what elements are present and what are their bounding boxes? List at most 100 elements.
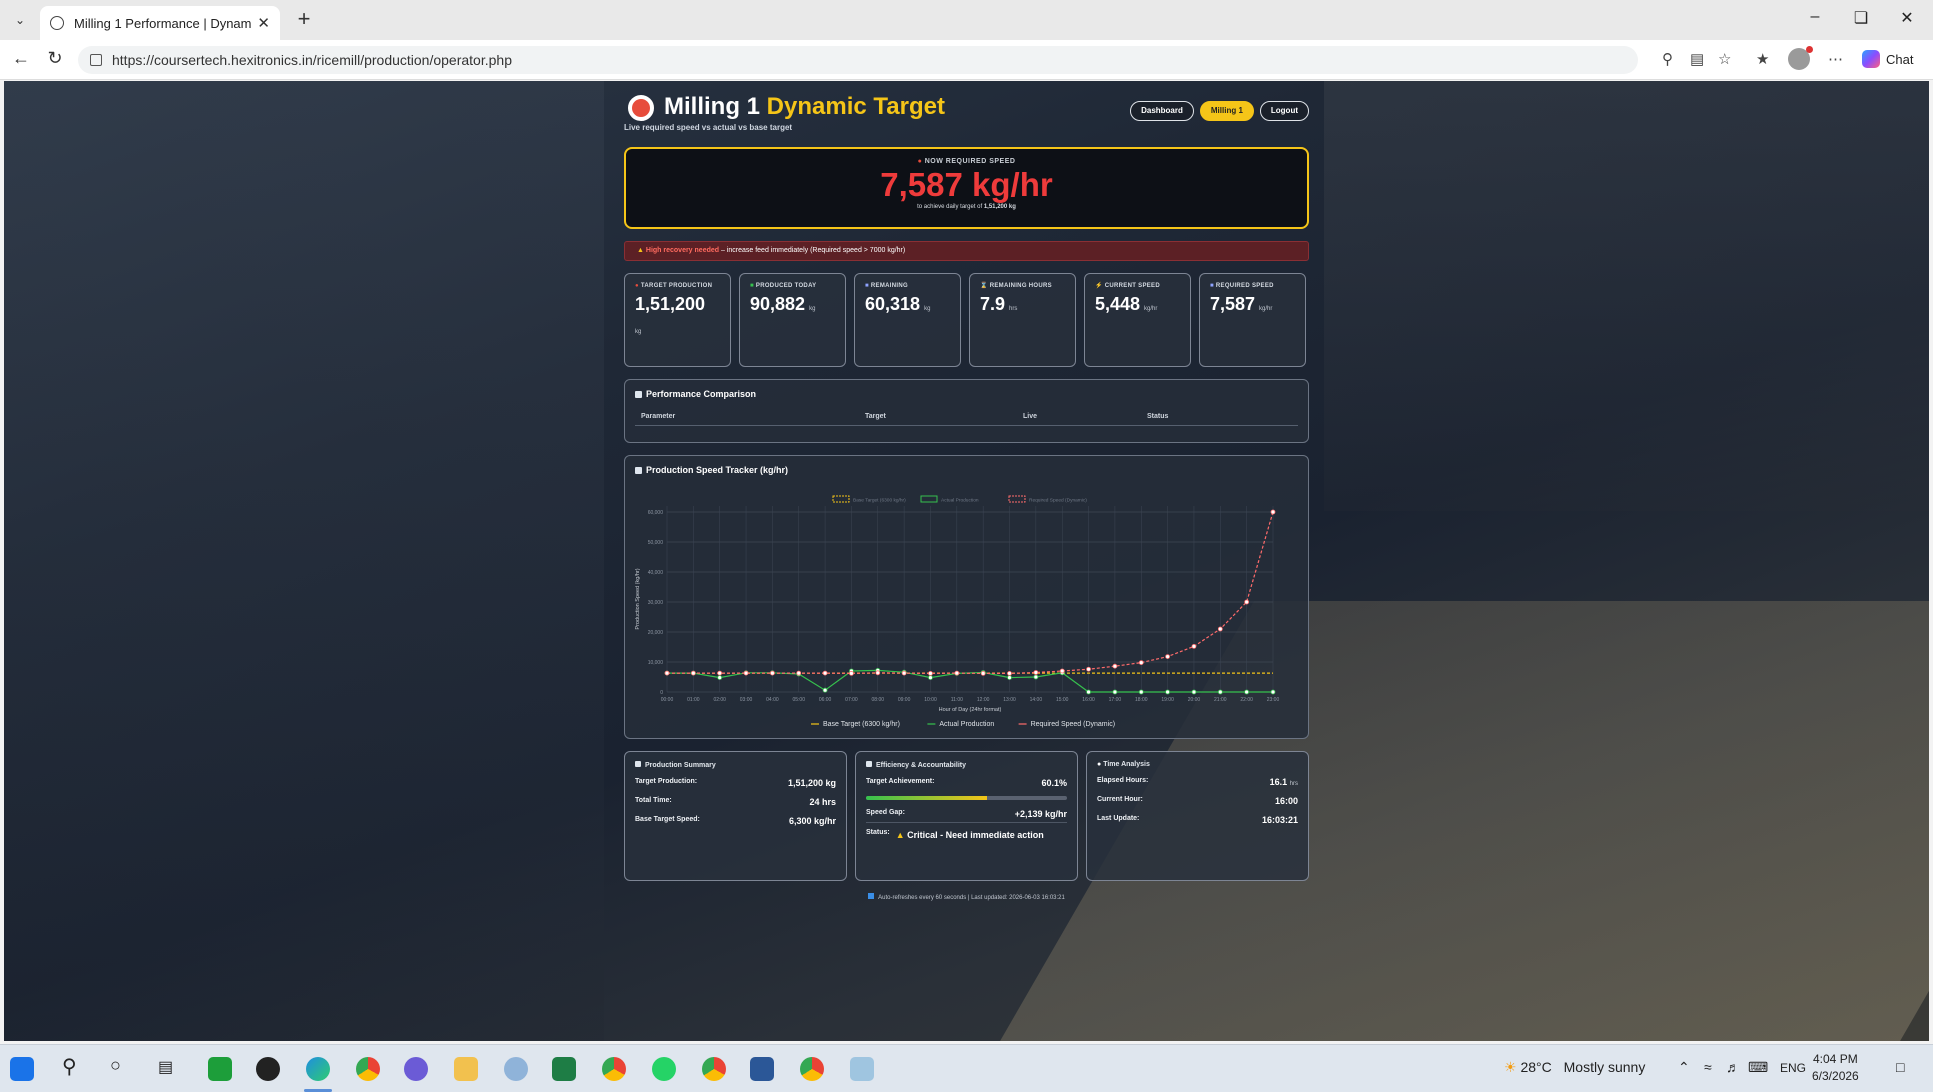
nav-logout-button[interactable]: Logout [1259,101,1309,121]
file-explorer-icon[interactable] [454,1057,478,1081]
data-point [1138,689,1144,695]
app-green-icon[interactable] [208,1057,232,1081]
app-purple-icon[interactable] [404,1057,428,1081]
hero-label-text: NOW REQUIRED SPEED [924,158,1016,165]
time-title-text: Time Analysis [1103,761,1150,768]
search-icon[interactable]: ⚲ [62,1054,77,1079]
speed-tracker-chart: 0 10,000 20,000 30,000 40,000 50,000 60,000 00:… [635,495,1280,728]
task-view-icon[interactable]: ▤ [158,1057,173,1077]
browser-tab[interactable]: Milling 1 Performance | Dynamic T ✕ [40,6,280,40]
x-tick-label: 02:00 [713,697,726,703]
data-point [1033,670,1039,675]
legend-label: Actual Production [941,498,979,504]
favorite-star-icon[interactable]: ☆ [1718,50,1731,68]
chrome-profile3-icon[interactable] [800,1057,824,1081]
stat-value-text: 90,882 [750,294,806,314]
zoom-icon[interactable]: ⚲ [1662,50,1673,68]
speed-tracker-panel: Production Speed Tracker (kg/hr) 0 10,000… [624,455,1309,739]
stat-label: ⚡ CURRENT SPEED [1095,283,1180,290]
page-header: Milling 1 Dynamic Target Live required s… [624,91,1309,141]
x-tick-label: 05:00 [792,697,805,703]
stat-unit: kg [924,306,931,312]
stat-label-text: REMAINING [870,283,908,289]
close-tab-icon[interactable]: ✕ [257,14,270,32]
app-dark-icon[interactable] [256,1057,280,1081]
url-text: https://coursertech.hexitronics.in/ricem… [112,52,512,68]
tray-chevron-icon[interactable]: ⌃ [1678,1059,1690,1076]
y-tick-label: 20,000 [648,630,664,636]
x-tick-label: 08:00 [872,697,885,703]
stat-target-production: ● TARGET PRODUCTION 1,51,200 kg [624,273,731,367]
summary-row: Total Time: 24 hrs [635,797,836,807]
legend-label-bottom: Actual Production [939,721,994,728]
data-point [717,670,723,676]
data-point [875,670,881,676]
restore-icon[interactable]: ❏ [1846,8,1876,28]
data-point [1007,675,1012,681]
browser-tab-bar: ⌄ Milling 1 Performance | Dynamic T ✕ + … [0,0,1933,40]
status-value-text: Critical - Need immediate action [907,830,1044,840]
achievement-label: Target Achievement: [866,778,935,785]
windows-start-icon[interactable] [10,1057,34,1081]
new-tab-button[interactable]: + [290,6,318,32]
chrome-profile-icon[interactable] [602,1057,626,1081]
x-tick-label: 23:00 [1267,697,1280,703]
copilot-chat-button[interactable]: Chat [1862,50,1913,68]
stat-label: ■ REQUIRED SPEED [1210,283,1295,290]
taskbar-clock[interactable]: 4:04 PM 6/3/2026 [1812,1051,1859,1085]
legend-swatch [1008,495,1026,503]
wifi-icon[interactable]: ≈ [1704,1059,1712,1075]
time-unit: hrs [1289,781,1298,787]
whatsapp-icon[interactable] [652,1057,676,1081]
volume-icon[interactable]: ♬ [1726,1059,1740,1075]
chrome-icon[interactable] [356,1057,380,1081]
production-summary-card: Production Summary Target Production: 1,5… [624,751,847,881]
profile-avatar[interactable] [1788,46,1813,70]
hero-label: ● NOW REQUIRED SPEED [626,149,1307,165]
performance-title: Performance Comparison [635,389,1298,399]
data-point [1165,654,1171,660]
minimize-icon[interactable]: – [1800,8,1830,26]
app-snip-icon[interactable] [504,1057,528,1081]
data-point [664,670,670,676]
windows-taskbar: ⚲ ○ ▤ ☀ 28°C Mostly sunny ⌃ ≈ ♬ ⌨ ENG 4:… [0,1044,1933,1092]
back-icon[interactable]: ← [8,48,34,69]
stat-value: 7.9 hrs [980,294,1065,315]
stat-label: ■ PRODUCED TODAY [750,283,835,290]
page-title: Milling 1 Dynamic Target [664,93,945,121]
stat-unit: kg [635,329,642,335]
edge-icon[interactable] [306,1057,330,1081]
url-field[interactable]: https://coursertech.hexitronics.in/ricem… [78,46,1638,74]
nav-dashboard-button[interactable]: Dashboard [1130,101,1194,121]
chrome-profile2-icon[interactable] [702,1057,726,1081]
status-row: Status: ▲ Critical - Need immediate actio… [866,829,1067,841]
reload-icon[interactable]: ↻ [42,48,68,69]
cortana-icon[interactable]: ○ [110,1055,121,1076]
time-value: 16.1 hrs [1270,777,1298,787]
app-light-icon[interactable] [850,1057,874,1081]
notifications-icon[interactable]: □ [1896,1059,1904,1075]
title-highlight: Dynamic Target [766,93,945,120]
x-tick-label: 06:00 [819,697,832,703]
tab-list-dropdown-icon[interactable]: ⌄ [8,8,32,32]
excel-icon[interactable] [552,1057,576,1081]
data-point [954,670,960,676]
word-icon[interactable] [750,1057,774,1081]
favorites-icon[interactable]: ★ [1756,50,1769,68]
hero-note-value: 1,51,200 kg [983,204,1016,210]
weather-text: Mostly sunny [1563,1059,1646,1075]
more-menu-icon[interactable]: ⋯ [1828,50,1843,68]
weather-widget[interactable]: ☀ 28°C Mostly sunny [1504,1059,1645,1076]
site-info-icon[interactable] [90,54,102,66]
data-point [1033,674,1039,680]
language-indicator[interactable]: ENG [1780,1061,1806,1075]
efficiency-title: Efficiency & Accountability [866,761,1067,769]
time-row: Last Update: 16:03:21 [1097,815,1298,825]
reader-mode-icon[interactable]: ▤ [1690,50,1704,68]
achievement-row: Target Achievement: 60.1% [866,778,1067,788]
close-window-icon[interactable]: ✕ [1892,8,1922,28]
keyboard-icon[interactable]: ⌨ [1748,1059,1768,1076]
time-value: 16:03:21 [1261,815,1298,825]
nav-milling1-button[interactable]: Milling 1 [1199,101,1254,121]
x-tick-label: 22:00 [1240,697,1253,703]
